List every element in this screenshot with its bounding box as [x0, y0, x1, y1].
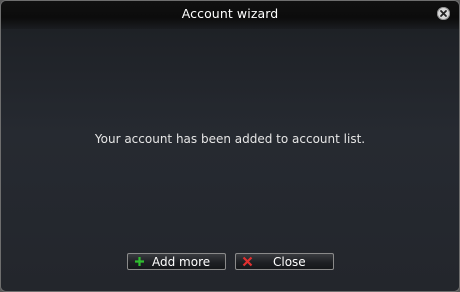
confirmation-message: Your account has been added to account l…: [94, 132, 366, 146]
window-close-button[interactable]: [437, 7, 450, 20]
close-icon: [440, 10, 447, 17]
window-title: Account wizard: [181, 6, 279, 21]
account-wizard-window: Account wizard Your account has been add…: [0, 0, 460, 292]
plus-icon: [135, 257, 144, 266]
x-icon: [242, 256, 253, 267]
add-more-label: Add more: [152, 255, 211, 269]
dialog-body: Your account has been added to account l…: [1, 29, 459, 291]
close-label: Close: [273, 255, 306, 269]
title-bar[interactable]: Account wizard: [1, 1, 459, 29]
close-button[interactable]: Close: [235, 253, 334, 270]
add-more-button[interactable]: Add more: [127, 253, 226, 270]
